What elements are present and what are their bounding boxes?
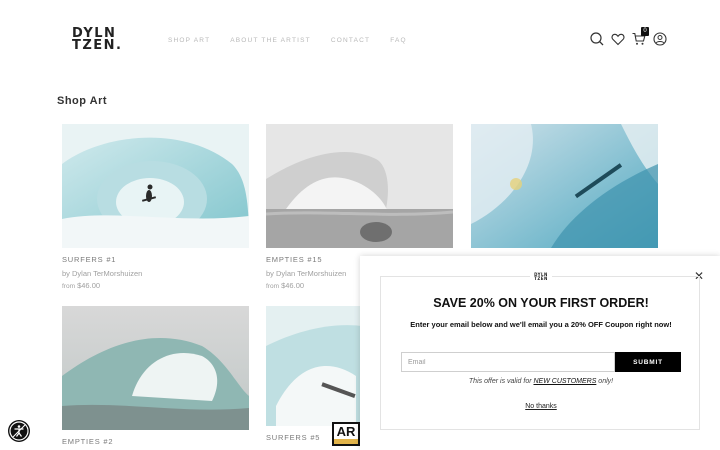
account-icon[interactable] [653, 32, 667, 46]
new-customers-link[interactable]: NEW CUSTOMERS [533, 378, 596, 385]
page-title: Shop Art [57, 95, 108, 107]
product-card[interactable] [471, 124, 658, 255]
popup-logo: DYLN TZEN [530, 273, 552, 281]
popup-frame: DYLN TZEN SAVE 20% ON YOUR FIRST ORDER! … [380, 273, 701, 430]
nav-about-the-artist[interactable]: ABOUT THE ARTIST [230, 37, 311, 44]
main-nav: SHOP ART ABOUT THE ARTIST CONTACT FAQ [168, 37, 407, 44]
nav-faq[interactable]: FAQ [390, 37, 407, 44]
ar-badge[interactable]: AR [332, 422, 360, 446]
price-prefix: from [266, 283, 279, 290]
nav-contact[interactable]: CONTACT [331, 37, 370, 44]
ar-badge-strip [334, 439, 358, 444]
product-image[interactable] [62, 306, 249, 430]
offer-note-prefix: This offer is valid for [468, 378, 534, 385]
popup-logo-line-2: TZEN [534, 276, 548, 281]
cart-count-badge: 0 [641, 27, 649, 36]
price-prefix: from [62, 283, 75, 290]
product-image[interactable] [266, 124, 453, 248]
offer-note: This offer is valid for NEW CUSTOMERS on… [381, 378, 701, 385]
popup-subtitle: Enter your email below and we'll email y… [410, 320, 672, 329]
email-field[interactable] [401, 352, 615, 372]
product-title[interactable]: SURFERS #1 [62, 255, 249, 264]
discount-popup: ✕ DYLN TZEN SAVE 20% ON YOUR FIRST ORDER… [360, 256, 720, 450]
heart-icon[interactable] [611, 32, 625, 46]
product-image[interactable] [471, 124, 658, 248]
ar-badge-label: AR [336, 424, 356, 439]
price-value: $46.00 [281, 281, 305, 290]
popup-title: SAVE 20% ON YOUR FIRST ORDER! [433, 296, 649, 310]
accessibility-icon [8, 421, 30, 446]
submit-button[interactable]: SUBMIT [615, 352, 681, 372]
header-icons: 0 [590, 27, 667, 46]
site-logo[interactable]: DYLN TZEN. [72, 27, 123, 53]
product-image[interactable] [62, 124, 249, 248]
cart-icon[interactable]: 0 [632, 27, 649, 46]
logo-line-2: TZEN. [72, 38, 123, 53]
offer-note-suffix: only! [596, 378, 614, 385]
accessibility-button[interactable] [8, 420, 30, 442]
product-title[interactable]: EMPTIES #2 [62, 437, 249, 446]
product-card[interactable]: EMPTIES #2 [62, 306, 249, 446]
search-icon[interactable] [590, 32, 604, 46]
no-thanks-link[interactable]: No thanks [381, 403, 701, 410]
product-artist: by Dylan TerMorshuizen [62, 269, 143, 278]
nav-shop-art[interactable]: SHOP ART [168, 37, 210, 44]
price-value: $46.00 [77, 281, 101, 290]
product-card[interactable]: SURFERS #1 by Dylan TerMorshuizen from $… [62, 124, 249, 290]
product-price: from $46.00 [62, 281, 249, 290]
